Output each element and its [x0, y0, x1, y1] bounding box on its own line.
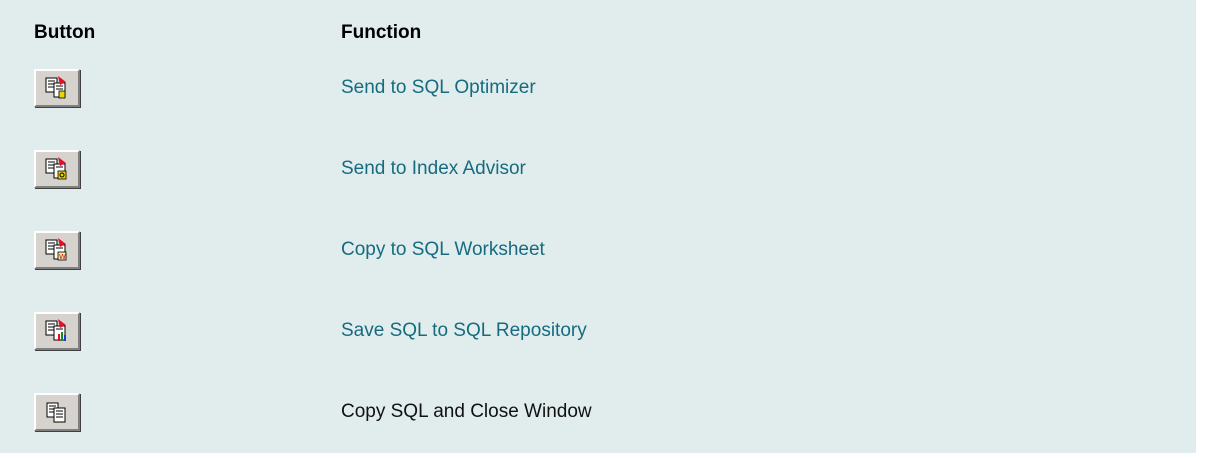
table-row: Send to Index Advisor: [0, 150, 1196, 210]
copy-to-sql-worksheet-link[interactable]: Copy to SQL Worksheet: [341, 239, 545, 261]
send-to-sql-optimizer-link[interactable]: Send to SQL Optimizer: [341, 77, 536, 99]
svg-text:W: W: [59, 253, 66, 261]
send-to-index-advisor-icon: [45, 157, 67, 180]
send-to-sql-optimizer-button[interactable]: [34, 69, 80, 107]
header-button: Button: [34, 22, 96, 43]
header-function: Function: [341, 22, 422, 43]
copy-sql-and-close-button[interactable]: [34, 393, 80, 431]
send-to-index-advisor-button[interactable]: [34, 150, 80, 188]
send-to-index-advisor-link[interactable]: Send to Index Advisor: [341, 158, 526, 180]
copy-to-sql-worksheet-icon: W: [45, 238, 67, 261]
table-row: Save SQL to SQL Repository: [0, 312, 1196, 372]
copy-sql-and-close-label: Copy SQL and Close Window: [341, 401, 592, 422]
table-row: Send to SQL Optimizer: [0, 69, 1196, 129]
send-to-sql-optimizer-icon: [45, 76, 66, 99]
save-sql-to-repository-button[interactable]: [34, 312, 80, 350]
table-row: Copy SQL and Close Window: [0, 393, 1196, 453]
save-sql-to-repository-icon: [45, 319, 66, 341]
button-function-table: Button Function Send to SQL Optimizer Se…: [0, 0, 1196, 453]
copy-sql-and-close-icon: [46, 402, 66, 423]
copy-to-sql-worksheet-button[interactable]: W: [34, 231, 80, 269]
table-row: W Copy to SQL Worksheet: [0, 231, 1196, 291]
save-sql-to-repository-link[interactable]: Save SQL to SQL Repository: [341, 320, 587, 342]
